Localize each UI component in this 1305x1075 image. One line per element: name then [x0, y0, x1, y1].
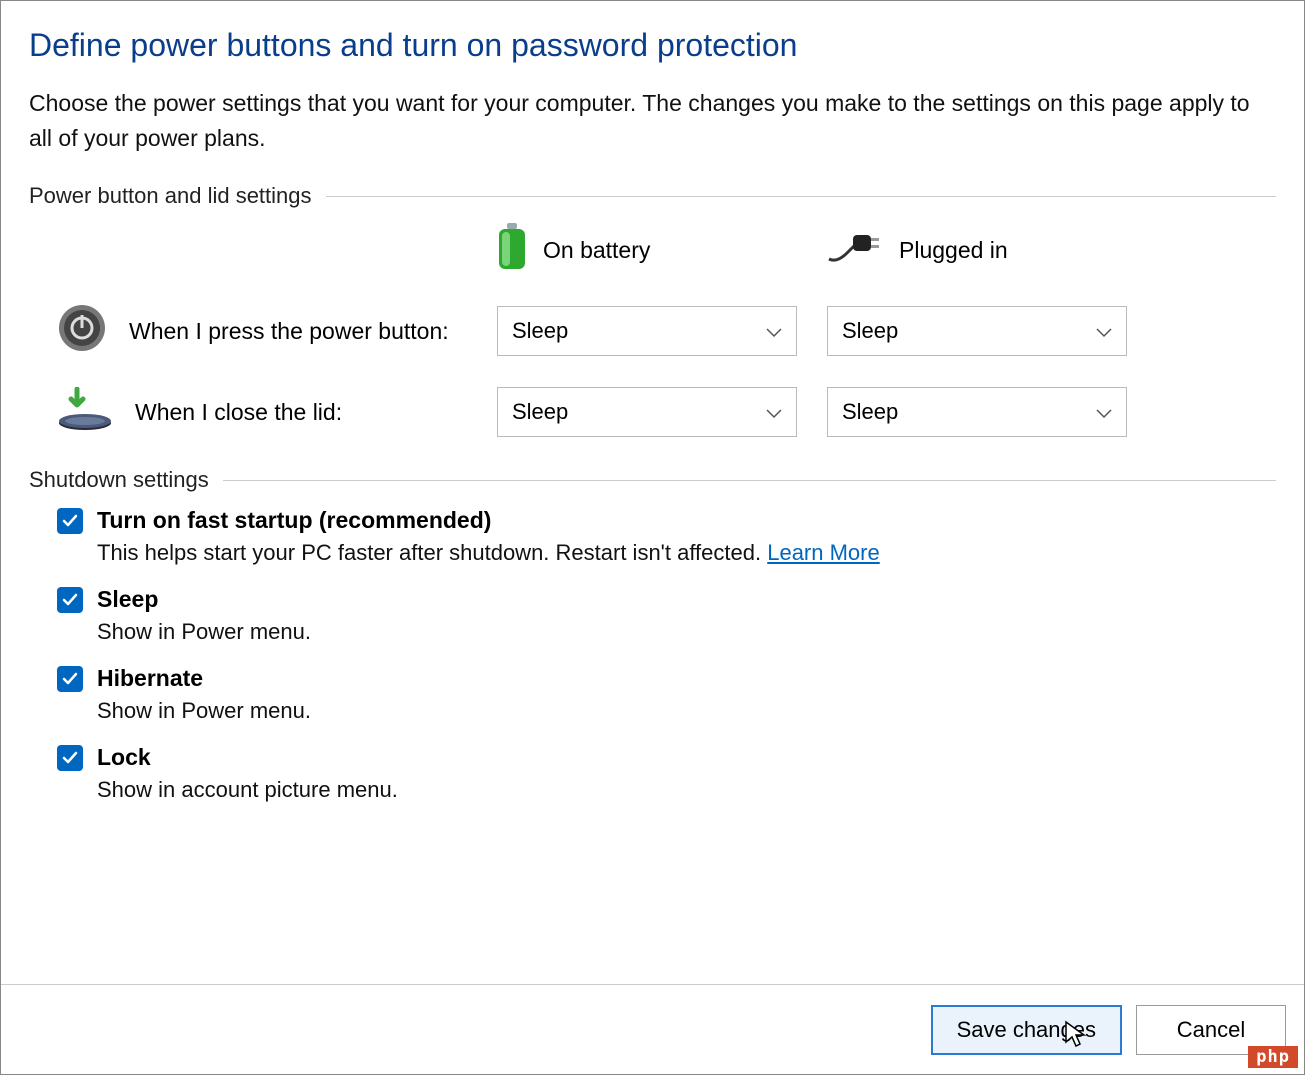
column-label: On battery: [543, 237, 650, 264]
column-header-plugged: Plugged in: [827, 229, 1157, 271]
page-title: Define power buttons and turn on passwor…: [29, 27, 1276, 64]
select-value: Sleep: [842, 399, 898, 425]
chevron-down-icon: [766, 318, 782, 344]
divider: [223, 480, 1276, 481]
watermark: php: [1248, 1046, 1298, 1068]
checkbox-lock[interactable]: [57, 745, 83, 771]
checkbox-label: Hibernate: [97, 665, 203, 692]
save-changes-button[interactable]: Save changes: [931, 1005, 1122, 1055]
section-label: Power button and lid settings: [29, 183, 312, 209]
page-description: Choose the power settings that you want …: [29, 86, 1276, 155]
plug-icon: [827, 229, 883, 271]
column-label: Plugged in: [899, 237, 1008, 264]
checkbox-description: Show in Power menu.: [97, 619, 1276, 645]
chevron-down-icon: [1096, 318, 1112, 344]
select-value: Sleep: [512, 318, 568, 344]
checkbox-description: This helps start your PC faster after sh…: [97, 540, 1276, 566]
checkbox-sleep[interactable]: [57, 587, 83, 613]
checkbox-hibernate[interactable]: [57, 666, 83, 692]
battery-icon: [497, 223, 527, 277]
power-button-plugged-select[interactable]: Sleep: [827, 306, 1127, 356]
select-value: Sleep: [842, 318, 898, 344]
checkbox-label: Sleep: [97, 586, 158, 613]
section-header-shutdown: Shutdown settings: [29, 467, 1276, 493]
row-label: When I close the lid:: [135, 399, 342, 426]
close-lid-plugged-select[interactable]: Sleep: [827, 387, 1127, 437]
checkbox-description: Show in account picture menu.: [97, 777, 1276, 803]
close-lid-battery-select[interactable]: Sleep: [497, 387, 797, 437]
section-header-power-lid: Power button and lid settings: [29, 183, 1276, 209]
checkbox-label: Turn on fast startup (recommended): [97, 507, 491, 534]
footer: Save changes Cancel: [1, 984, 1304, 1074]
chevron-down-icon: [766, 399, 782, 425]
power-button-battery-select[interactable]: Sleep: [497, 306, 797, 356]
select-value: Sleep: [512, 399, 568, 425]
section-label: Shutdown settings: [29, 467, 209, 493]
chevron-down-icon: [1096, 399, 1112, 425]
row-label: When I press the power button:: [129, 318, 449, 345]
checkbox-description: Show in Power menu.: [97, 698, 1276, 724]
checkbox-label: Lock: [97, 744, 151, 771]
divider: [326, 196, 1276, 197]
column-header-battery: On battery: [497, 223, 827, 277]
checkbox-fast-startup[interactable]: [57, 508, 83, 534]
power-button-icon: [57, 303, 107, 359]
learn-more-link[interactable]: Learn More: [767, 540, 880, 565]
lid-close-icon: [57, 387, 113, 437]
